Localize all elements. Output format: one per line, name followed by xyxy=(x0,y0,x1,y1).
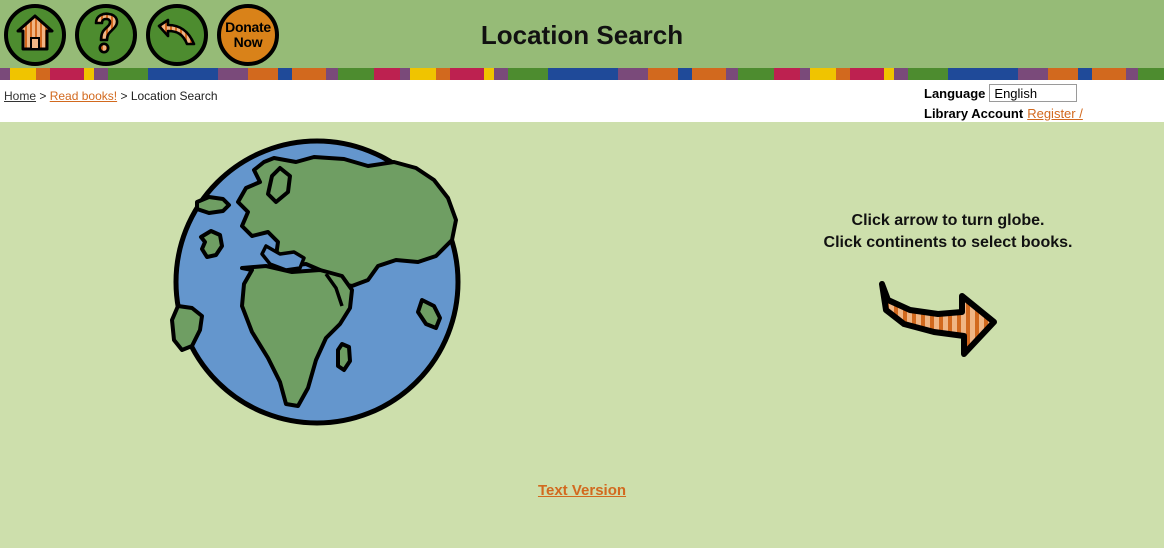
breadcrumb-separator-2: > xyxy=(120,89,128,103)
stripe-segment xyxy=(618,68,648,80)
stripe-segment xyxy=(292,68,326,80)
stripe-segment xyxy=(108,68,148,80)
main-content: Click arrow to turn globe. Click contine… xyxy=(0,122,1164,548)
house-icon xyxy=(15,14,55,57)
turn-globe-arrow[interactable] xyxy=(876,274,1016,364)
stripe-segment xyxy=(326,68,338,80)
stripe-segment xyxy=(278,68,292,80)
stripe-segment xyxy=(726,68,738,80)
stripe-segment xyxy=(884,68,894,80)
stripe-segment xyxy=(36,68,50,80)
text-version-link[interactable]: Text Version xyxy=(538,482,626,499)
breadcrumb: Home > Read books! > Location Search xyxy=(4,89,218,103)
stripe-segment xyxy=(678,68,692,80)
library-account-label: Library Account xyxy=(924,105,1024,121)
stripe-segment xyxy=(218,68,248,80)
question-mark-icon xyxy=(91,11,121,59)
back-arrow-icon xyxy=(155,18,199,53)
stripe-segment xyxy=(836,68,850,80)
continent-iceland[interactable] xyxy=(195,195,231,215)
language-select[interactable]: English xyxy=(989,84,1078,102)
stripe-segment xyxy=(148,68,182,80)
hint-line-1: Click arrow to turn globe. xyxy=(851,212,1045,229)
stripe-segment xyxy=(1092,68,1126,80)
stripe-segment xyxy=(908,68,948,80)
stripe-segment xyxy=(84,68,94,80)
stripe-segment xyxy=(484,68,494,80)
donate-button[interactable]: Donate Now xyxy=(217,4,279,66)
help-button[interactable] xyxy=(75,4,137,66)
stripe-segment xyxy=(692,68,726,80)
stripe-segment xyxy=(1018,68,1048,80)
globe-instructions: Click arrow to turn globe. Click contine… xyxy=(790,210,1106,254)
world-globe[interactable] xyxy=(170,134,465,429)
register-link[interactable]: Register / xyxy=(1027,106,1083,121)
stripe-segment xyxy=(894,68,908,80)
stripe-segment xyxy=(582,68,618,80)
home-button[interactable] xyxy=(4,4,66,66)
site-header: Donate Now Location Search xyxy=(0,0,1164,68)
stripe-segment xyxy=(508,68,548,80)
hint-line-2: Click continents to select books. xyxy=(823,234,1073,251)
island-madagascar[interactable] xyxy=(336,342,352,372)
stripe-segment xyxy=(850,68,884,80)
account-panel: Language English Library Account Registe… xyxy=(924,83,1164,123)
breadcrumb-separator-1: > xyxy=(39,89,47,103)
donate-icon: Donate Now xyxy=(225,20,271,50)
stripe-segment xyxy=(948,68,982,80)
stripe-segment xyxy=(800,68,810,80)
stripe-segment xyxy=(248,68,278,80)
donate-label-line2: Now xyxy=(233,34,263,50)
stripe-segment xyxy=(1138,68,1164,80)
stripe-segment xyxy=(338,68,374,80)
stripe-segment xyxy=(1078,68,1092,80)
continent-british-isles[interactable] xyxy=(199,229,224,259)
stripe-segment xyxy=(94,68,108,80)
stripe-segment xyxy=(436,68,450,80)
stripe-segment xyxy=(400,68,410,80)
donate-label-line1: Donate xyxy=(225,19,271,35)
breadcrumb-link-read-books[interactable]: Read books! xyxy=(50,89,117,103)
stripe-segment xyxy=(774,68,800,80)
stripe-segment xyxy=(548,68,582,80)
back-button[interactable] xyxy=(146,4,208,66)
decorative-stripe-band xyxy=(0,68,1164,80)
stripe-segment xyxy=(982,68,1018,80)
stripe-segment xyxy=(374,68,400,80)
location-search-page: Donate Now Location Search Home > Read b… xyxy=(0,0,1164,548)
stripe-segment xyxy=(450,68,484,80)
stripe-segment xyxy=(1048,68,1078,80)
stripe-segment xyxy=(1126,68,1138,80)
stripe-segment xyxy=(10,68,36,80)
stripe-segment xyxy=(50,68,84,80)
library-account-row: Library Account Register / xyxy=(924,103,1164,123)
stripe-segment xyxy=(494,68,508,80)
stripe-segment xyxy=(810,68,836,80)
breadcrumb-current-page: Location Search xyxy=(130,89,218,103)
stripe-segment xyxy=(410,68,436,80)
text-version-row: Text Version xyxy=(0,482,1164,500)
stripe-segment xyxy=(0,68,10,80)
language-row: Language English xyxy=(924,83,1164,103)
stripe-segment xyxy=(182,68,218,80)
language-label: Language xyxy=(924,85,986,101)
stripe-segment xyxy=(738,68,774,80)
breadcrumb-link-home[interactable]: Home xyxy=(4,89,36,103)
stripe-segment xyxy=(648,68,678,80)
